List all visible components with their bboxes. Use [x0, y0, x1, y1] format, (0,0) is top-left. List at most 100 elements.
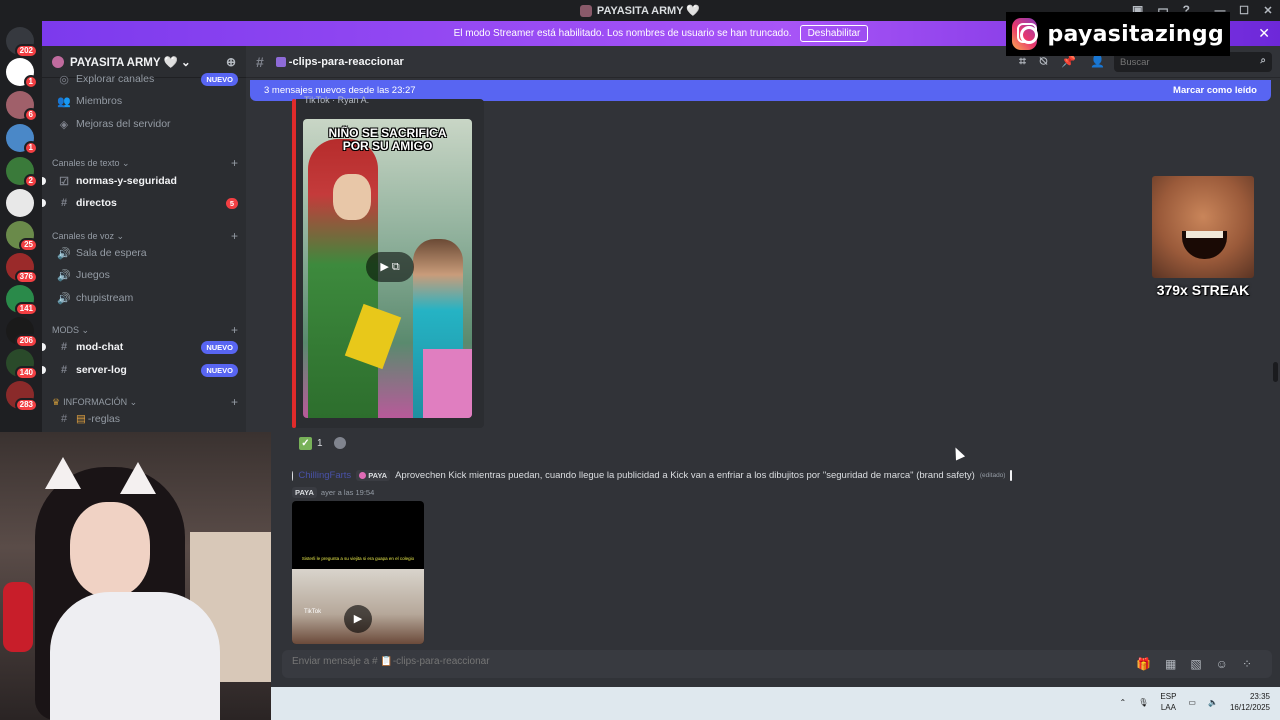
sidebar-item-explore[interactable]: ◎ Explorar canales NUEVO	[50, 68, 238, 90]
server-icon[interactable]: 206	[6, 317, 38, 348]
clock-time: 23:35	[1249, 692, 1270, 701]
embed-accent-bar	[292, 99, 296, 428]
channel-label: Juegos	[76, 269, 110, 281]
chevron-up-icon[interactable]: ⌃	[1120, 698, 1127, 707]
mention-badge: 206	[14, 334, 38, 348]
channel-label: -reglas	[87, 413, 121, 425]
instagram-overlay: payasitazingg	[1006, 12, 1230, 56]
server-icon[interactable]: 376	[6, 253, 38, 284]
add-reaction-icon[interactable]	[333, 437, 346, 449]
username[interactable]: ChillingFarts	[298, 470, 351, 481]
add-channel-icon[interactable]: +	[231, 323, 238, 337]
edited-label: (editado)	[979, 472, 1006, 479]
maximize-button[interactable]: ☐	[1232, 4, 1256, 17]
category-info[interactable]: ♛ INFORMACIÓN ⌄ +	[52, 395, 238, 409]
play-button[interactable]: ▶	[344, 605, 372, 633]
reaction-check[interactable]: ✓ 1	[294, 434, 328, 452]
volume-icon[interactable]: 🔈	[1208, 698, 1218, 707]
check-mark-icon: ✓	[299, 436, 312, 450]
mark-as-read-button[interactable]: Marcar como leído	[1173, 85, 1257, 96]
reaction-count: 1	[317, 437, 323, 449]
server-icon[interactable]: 1	[6, 58, 38, 89]
channel-server-log[interactable]: # server-log NUEVO	[42, 359, 238, 381]
clock[interactable]: 23:35 16/12/2025	[1230, 691, 1270, 713]
channel-label: directos	[76, 197, 117, 209]
channel-mod-chat[interactable]: # mod-chat NUEVO	[42, 336, 238, 358]
scroll-emoji-icon: ▤	[76, 413, 86, 425]
avatar[interactable]	[292, 470, 294, 481]
tag-label: PAYA	[368, 471, 388, 480]
threads-icon[interactable]: ⌗	[1019, 54, 1026, 69]
message-meta: PAYA ayer a las 19:54	[292, 487, 374, 498]
member-list-icon[interactable]: 👤	[1090, 54, 1105, 69]
channel-label: normas-y-seguridad	[76, 175, 177, 187]
server-icon[interactable]	[6, 189, 34, 217]
mention-badge: 283	[14, 398, 38, 412]
sidebar-item-members[interactable]: 👥 Miembros	[50, 90, 238, 112]
mute-bell-icon[interactable]: ⍉	[1040, 54, 1047, 69]
video-thumbnail[interactable]: Sisterli le pregunta a su viejita si era…	[292, 501, 424, 644]
emoji-icon[interactable]: ☺	[1216, 657, 1228, 671]
gif-icon[interactable]: ▦	[1165, 657, 1176, 671]
server-icon[interactable]: 283	[6, 381, 38, 412]
category-mods[interactable]: MODS ⌄ +	[52, 323, 238, 337]
server-icon[interactable]: 141	[6, 285, 38, 316]
new-messages-bar[interactable]: 3 mensajes nuevos desde las 23:27 Marcar…	[250, 80, 1271, 101]
category-label: Canales de texto ⌄	[52, 157, 130, 168]
channel-normas-y-seguridad[interactable]: ☑ normas-y-seguridad	[42, 170, 238, 192]
network-icon[interactable]: ▭	[1188, 698, 1196, 707]
gift-icon[interactable]: 🎁	[1136, 657, 1151, 671]
voice-channel-juegos[interactable]: 🔊 Juegos	[50, 264, 238, 286]
video-thumbnail[interactable]: NIÑO SE SACRIFICA POR SU AMIGO ▶ ⧉	[303, 119, 472, 418]
clipboard-emoji-icon	[275, 56, 286, 67]
play-button[interactable]: ▶ ⧉	[366, 252, 414, 282]
server-icon[interactable]: 2	[6, 157, 38, 188]
reactions-row: ✓ 1	[294, 434, 346, 452]
unread-indicator	[42, 366, 46, 374]
new-badge: NUEVO	[201, 363, 238, 377]
server-icon[interactable]: 1	[6, 124, 38, 155]
hash-icon: #	[60, 341, 68, 353]
pin-icon[interactable]: 📌	[1061, 54, 1076, 69]
message-timestamp: ayer a las 19:54	[320, 488, 375, 497]
voice-channel-chupistream[interactable]: 🔊 chupistream	[50, 287, 238, 309]
channel-directos[interactable]: # directos 5	[42, 192, 238, 214]
embed-author[interactable]: TikTok · Ryan A.	[304, 95, 369, 105]
channel-reglas[interactable]: # ▤ -reglas	[50, 408, 238, 430]
category-voice-channels[interactable]: Canales de voz ⌄ +	[52, 229, 238, 243]
mic-icon[interactable]: 🎙	[1138, 698, 1148, 707]
sidebar-item-boosts[interactable]: ◈ Mejoras del servidor	[50, 113, 238, 135]
server-icon[interactable]: 25	[6, 221, 38, 252]
server-name: PAYASITA ARMY 🤍 ⌄	[70, 56, 191, 69]
server-icon[interactable]: 6	[6, 91, 38, 122]
webcam-feed	[0, 432, 271, 720]
voice-channel-sala-de-espera[interactable]: 🔊 Sala de espera	[50, 242, 238, 264]
close-icon[interactable]: ✕	[1258, 25, 1270, 42]
server-icon[interactable]: 202	[6, 27, 38, 58]
close-button[interactable]: ✕	[1256, 4, 1280, 17]
category-text-channels[interactable]: Canales de texto ⌄ +	[52, 156, 238, 170]
disable-streamer-button[interactable]: Deshabilitar	[799, 25, 869, 42]
language-indicator[interactable]: ESP LAA	[1160, 691, 1176, 713]
hash-icon: #	[60, 197, 68, 209]
server-tag: PAYA	[356, 470, 391, 481]
add-channel-icon[interactable]: +	[231, 229, 238, 243]
emote-teeth	[1186, 231, 1223, 238]
window-title: PAYASITA ARMY 🤍	[596, 5, 701, 17]
server-icon[interactable]: 140	[6, 349, 38, 380]
video-caption: Sisterli le pregunta a su viejita si era…	[301, 556, 415, 561]
mention-badge: 376	[14, 270, 38, 284]
channel-sidebar: PAYASITA ARMY 🤍 ⌄ ⊕ ◎ Explorar canales N…	[42, 46, 246, 433]
header-tools: ⌗ ⍉ 📌 👤	[1019, 54, 1105, 69]
server-icon	[579, 4, 592, 17]
streak-emote-image	[1152, 176, 1254, 278]
apps-icon[interactable]: ⁘	[1242, 657, 1252, 671]
instagram-logo-icon	[1012, 18, 1039, 50]
add-channel-icon[interactable]: +	[231, 395, 238, 409]
invite-people-icon[interactable]: ⊕	[226, 55, 236, 69]
mention-badge: 25	[19, 238, 38, 252]
scrollbar-thumb[interactable]	[1273, 362, 1278, 382]
message-input[interactable]	[292, 656, 992, 667]
sticker-icon[interactable]: ▧	[1190, 657, 1201, 671]
add-channel-icon[interactable]: +	[231, 156, 238, 170]
